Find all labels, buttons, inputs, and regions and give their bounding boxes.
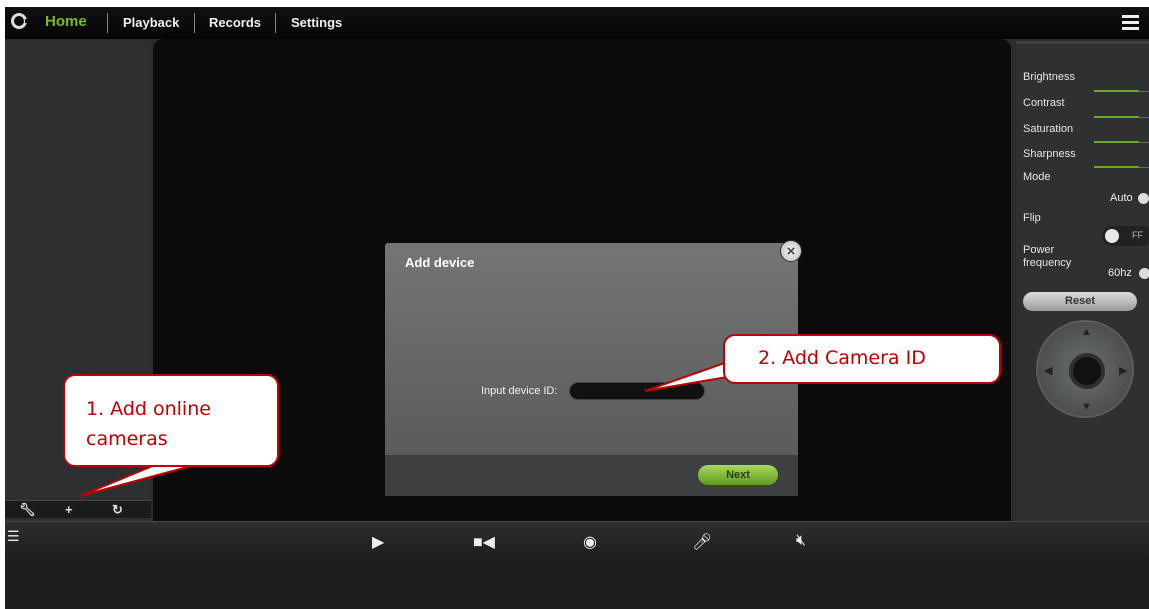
callout-2-text: 2. Add Camera ID [758,347,926,369]
callout-tails [79,358,734,497]
callout-1-text: 1. Add online cameras [86,398,211,450]
callout-2-tail [644,358,734,392]
app-window: Home Playback Records Settings 🔧︎ + ↻ Br… [5,7,1149,609]
callout-add-camera-id: 2. Add Camera ID [723,334,1001,384]
callout-1-tail [79,464,196,497]
callout-add-online-cameras: 1. Add online cameras [63,374,279,467]
